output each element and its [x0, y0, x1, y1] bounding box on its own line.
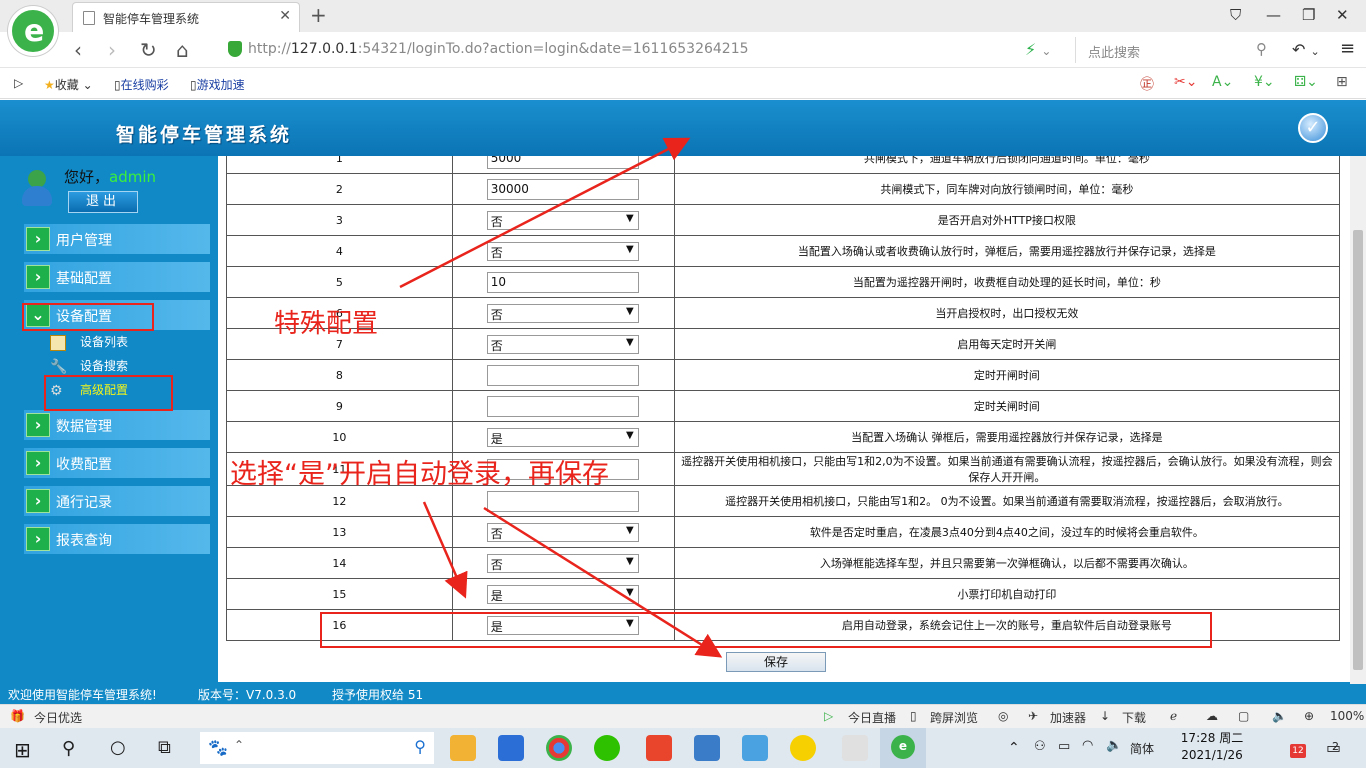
arrow-to-header: [399, 137, 691, 289]
arrow-to-select: [422, 501, 468, 599]
arrow-to-save: [483, 506, 723, 658]
annotation-arrows: [399, 137, 723, 658]
